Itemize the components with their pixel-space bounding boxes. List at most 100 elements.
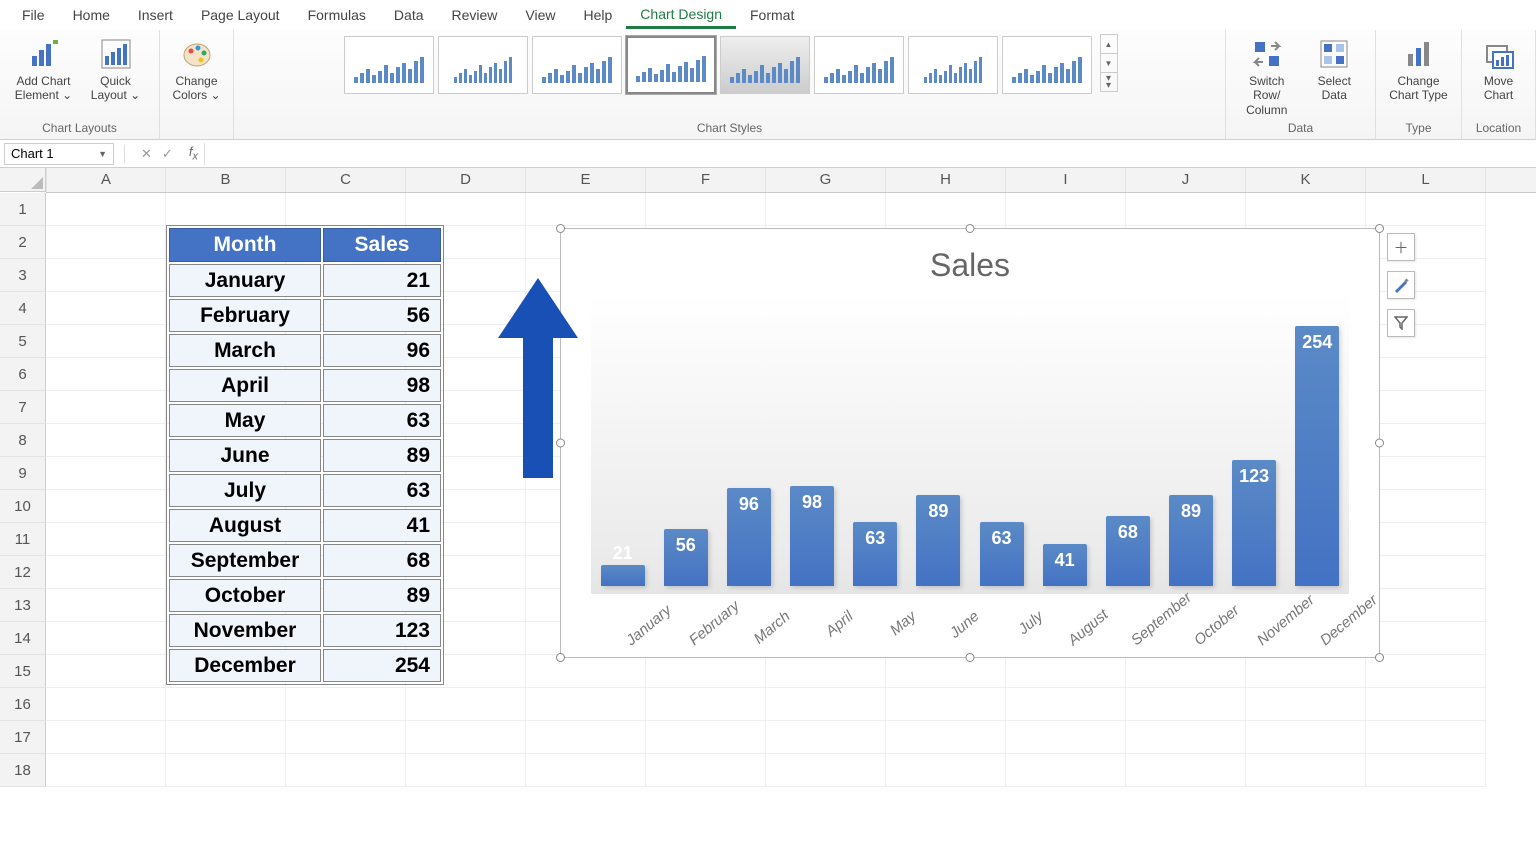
column-header[interactable]: E bbox=[526, 168, 646, 192]
row-header[interactable]: 7 bbox=[0, 391, 46, 424]
row-header[interactable]: 8 bbox=[0, 424, 46, 457]
formula-confirm-icon[interactable]: ✓ bbox=[162, 146, 173, 162]
chart-bar[interactable]: 98 bbox=[790, 486, 834, 586]
cell[interactable] bbox=[1366, 721, 1486, 754]
chart-bar[interactable]: 254 bbox=[1295, 326, 1339, 586]
chart-bar[interactable]: 89 bbox=[1169, 495, 1213, 586]
cell[interactable] bbox=[1366, 688, 1486, 721]
table-row[interactable]: January21 bbox=[169, 264, 441, 297]
cell[interactable] bbox=[886, 721, 1006, 754]
cell[interactable] bbox=[1366, 655, 1486, 688]
name-box-dropdown-icon[interactable]: ▼ bbox=[98, 149, 107, 159]
cell[interactable] bbox=[406, 688, 526, 721]
cell[interactable] bbox=[46, 457, 166, 490]
data-table[interactable]: MonthSales January21February56March96Apr… bbox=[166, 225, 444, 685]
menu-tab-insert[interactable]: Insert bbox=[124, 3, 187, 27]
row-header[interactable]: 9 bbox=[0, 457, 46, 490]
gallery-down-icon[interactable]: ▼ bbox=[1101, 54, 1117, 73]
cell[interactable] bbox=[46, 292, 166, 325]
change-colors-button[interactable]: Change Colors ⌄ bbox=[170, 34, 223, 103]
cell[interactable] bbox=[646, 655, 766, 688]
row-header[interactable]: 16 bbox=[0, 688, 46, 721]
cell[interactable] bbox=[46, 325, 166, 358]
cell[interactable] bbox=[886, 754, 1006, 787]
cell[interactable] bbox=[46, 655, 166, 688]
cell[interactable] bbox=[1366, 325, 1486, 358]
table-row[interactable]: May63 bbox=[169, 404, 441, 437]
table-cell[interactable]: 56 bbox=[323, 299, 441, 332]
table-cell[interactable]: 41 bbox=[323, 509, 441, 542]
select-all-corner[interactable] bbox=[0, 168, 46, 192]
cell[interactable] bbox=[286, 721, 406, 754]
cell[interactable] bbox=[46, 193, 166, 226]
chart-style-thumb[interactable] bbox=[908, 36, 998, 94]
cell[interactable] bbox=[526, 754, 646, 787]
table-row[interactable]: April98 bbox=[169, 369, 441, 402]
cell[interactable] bbox=[526, 688, 646, 721]
cell[interactable] bbox=[1246, 193, 1366, 226]
chart-styles-button[interactable] bbox=[1387, 271, 1415, 299]
cell[interactable] bbox=[406, 754, 526, 787]
chart-bar[interactable]: 41 bbox=[1043, 544, 1087, 586]
cell[interactable] bbox=[1246, 688, 1366, 721]
chart-bar[interactable]: 96 bbox=[727, 488, 771, 586]
menu-tab-review[interactable]: Review bbox=[438, 3, 512, 27]
row-header[interactable]: 2 bbox=[0, 226, 46, 259]
table-header[interactable]: Month bbox=[169, 228, 321, 262]
cell[interactable] bbox=[1246, 754, 1366, 787]
cell[interactable] bbox=[1366, 556, 1486, 589]
table-cell[interactable]: 89 bbox=[323, 439, 441, 472]
cell[interactable] bbox=[1246, 655, 1366, 688]
table-cell[interactable]: 63 bbox=[323, 404, 441, 437]
cell[interactable] bbox=[286, 754, 406, 787]
chart-handle[interactable] bbox=[966, 653, 975, 662]
cell[interactable] bbox=[46, 523, 166, 556]
table-cell[interactable]: December bbox=[169, 649, 321, 682]
table-row[interactable]: February56 bbox=[169, 299, 441, 332]
chart-bar[interactable]: 89 bbox=[916, 495, 960, 586]
cell[interactable] bbox=[886, 688, 1006, 721]
cell[interactable] bbox=[766, 688, 886, 721]
table-cell[interactable]: January bbox=[169, 264, 321, 297]
cell[interactable] bbox=[1366, 622, 1486, 655]
chart-bar[interactable]: 123 bbox=[1232, 460, 1276, 586]
table-cell[interactable]: March bbox=[169, 334, 321, 367]
cell[interactable] bbox=[646, 193, 766, 226]
cell[interactable] bbox=[1366, 457, 1486, 490]
cell[interactable] bbox=[46, 490, 166, 523]
cell[interactable] bbox=[46, 688, 166, 721]
menu-tab-file[interactable]: File bbox=[8, 3, 59, 27]
gallery-scroll[interactable]: ▲ ▼ ▾▾ bbox=[1100, 34, 1118, 92]
gallery-up-icon[interactable]: ▲ bbox=[1101, 35, 1117, 54]
column-header[interactable]: G bbox=[766, 168, 886, 192]
column-header[interactable]: I bbox=[1006, 168, 1126, 192]
row-header[interactable]: 14 bbox=[0, 622, 46, 655]
chart-style-thumb[interactable] bbox=[720, 36, 810, 94]
chart-handle[interactable] bbox=[556, 653, 565, 662]
cell[interactable] bbox=[1366, 358, 1486, 391]
menu-tab-help[interactable]: Help bbox=[570, 3, 627, 27]
table-cell[interactable]: July bbox=[169, 474, 321, 507]
chart-style-thumb[interactable] bbox=[532, 36, 622, 94]
row-header[interactable]: 11 bbox=[0, 523, 46, 556]
chart-filter-button[interactable] bbox=[1387, 309, 1415, 337]
menu-tab-format[interactable]: Format bbox=[736, 3, 808, 27]
table-cell[interactable]: 21 bbox=[323, 264, 441, 297]
cell[interactable] bbox=[1006, 688, 1126, 721]
cell[interactable] bbox=[766, 655, 886, 688]
chart-object[interactable]: Sales 21569698638963416889123254 January… bbox=[560, 228, 1380, 658]
chart-handle[interactable] bbox=[966, 224, 975, 233]
cell[interactable] bbox=[166, 721, 286, 754]
table-cell[interactable]: May bbox=[169, 404, 321, 437]
table-cell[interactable]: 63 bbox=[323, 474, 441, 507]
cell[interactable] bbox=[1246, 721, 1366, 754]
table-row[interactable]: September68 bbox=[169, 544, 441, 577]
menu-tab-formulas[interactable]: Formulas bbox=[294, 3, 380, 27]
row-header[interactable]: 1 bbox=[0, 193, 46, 226]
table-cell[interactable]: February bbox=[169, 299, 321, 332]
table-cell[interactable]: August bbox=[169, 509, 321, 542]
table-cell[interactable]: 96 bbox=[323, 334, 441, 367]
move-chart-button[interactable]: Move Chart bbox=[1472, 34, 1525, 103]
chart-style-thumb[interactable] bbox=[344, 36, 434, 94]
row-header[interactable]: 5 bbox=[0, 325, 46, 358]
